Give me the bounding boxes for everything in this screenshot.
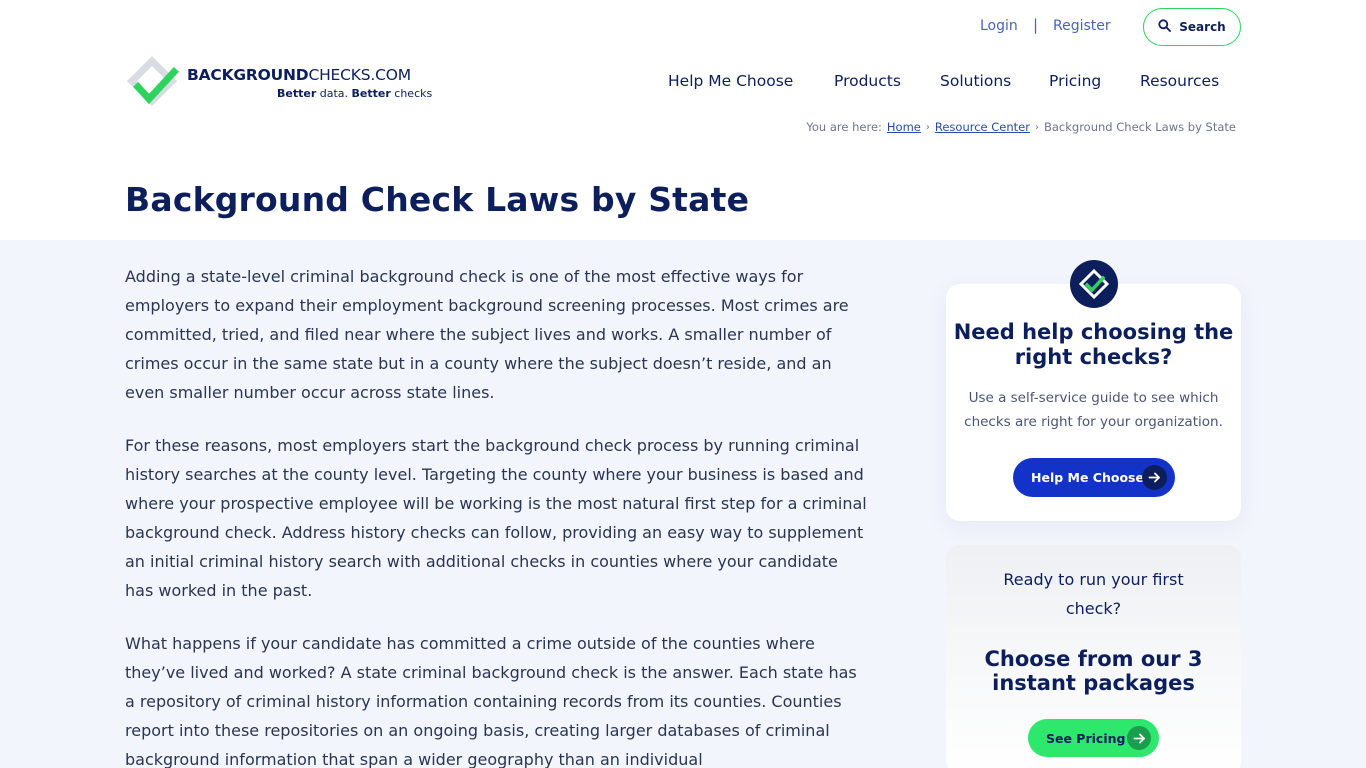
search-button-label: Search [1179,20,1226,34]
nav-item-help-me-choose[interactable]: Help Me Choose [668,72,802,90]
logo-tagline: Better data. Better checks [277,87,433,100]
login-link[interactable]: Login [980,18,1018,34]
article-paragraph: What happens if your candidate has commi… [125,634,857,768]
pricing-card-title: Choose from our 3 instant packages [984,647,1203,695]
nav-item-resources[interactable]: Resources [1140,72,1219,90]
page-title: Background Check Laws by State [125,180,750,219]
logo-check-diamond-icon [125,54,179,108]
arrow-right-icon [1127,726,1151,750]
search-button[interactable]: Search [1143,8,1241,46]
register-link[interactable]: Register [1053,18,1111,34]
article-paragraph: Adding a state-level criminal background… [125,267,849,402]
see-pricing-button-label: See Pricing [1046,730,1126,746]
see-pricing-button[interactable]: See Pricing [1028,719,1159,757]
pricing-card-lead: Ready to run your first check? [1003,570,1184,618]
nav-item-products[interactable]: Products [834,72,908,90]
site-logo[interactable]: BACKGROUNDCHECKS.COM Better data. Better… [125,54,435,108]
article-body: Adding a state-level criminal background… [125,262,870,768]
help-card-title: Need help choosing the right checks? [953,320,1234,369]
help-card-text: Use a self-service guide to see which ch… [964,390,1223,430]
help-choosing-card: Need help choosing the right checks? Use… [946,284,1241,521]
pricing-card: Ready to run your first check? Choose fr… [946,545,1241,768]
article-paragraph: For these reasons, most employers start … [125,436,867,600]
arrow-right-icon [1142,465,1167,490]
help-me-choose-button[interactable]: Help Me Choose [1013,458,1175,497]
main-nav: Help Me Choose Products Solutions Pricin… [668,72,1219,90]
breadcrumb: You are here: Home › Resource Center › B… [806,120,1236,134]
nav-item-solutions[interactable]: Solutions [940,72,1017,90]
chevron-right-icon: › [925,121,930,133]
search-icon [1158,19,1172,35]
top-utility-bar: Login | Register Search [0,8,1366,46]
logo-wordmark: BACKGROUNDCHECKS.COM [187,66,411,84]
check-diamond-badge-icon [1070,260,1118,308]
breadcrumb-prefix: You are here: [806,120,882,134]
nav-item-pricing[interactable]: Pricing [1049,72,1108,90]
breadcrumb-home[interactable]: Home [887,120,921,134]
breadcrumb-resource-center[interactable]: Resource Center [935,120,1030,134]
login-register-separator: | [1033,16,1039,34]
chevron-right-icon: › [1034,121,1039,133]
breadcrumb-current: Background Check Laws by State [1043,120,1236,134]
help-me-choose-button-label: Help Me Choose [1031,470,1144,485]
